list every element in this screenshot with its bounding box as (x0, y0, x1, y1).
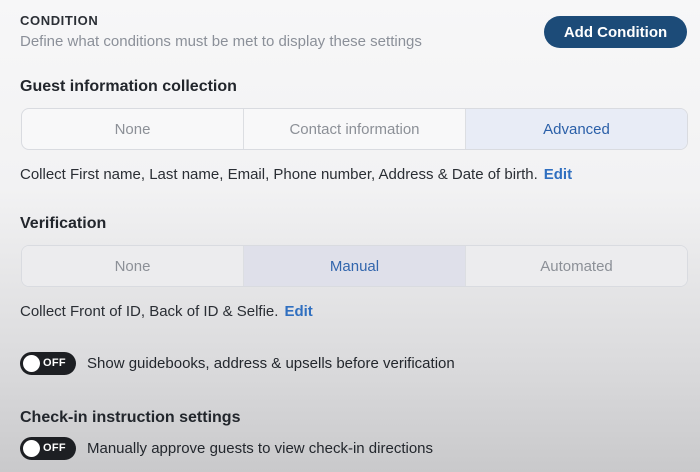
guest-info-option-advanced[interactable]: Advanced (466, 109, 687, 149)
guest-info-title: Guest information collection (20, 78, 237, 95)
verification-option-automated[interactable]: Automated (466, 246, 687, 286)
checkin-approval-label: Manually approve guests to view check-in… (87, 440, 434, 457)
toggle-knob (23, 440, 40, 457)
add-condition-button[interactable]: Add Condition (544, 16, 687, 48)
checkin-toggle-row: OFF Manually approve guests to view chec… (20, 437, 433, 460)
condition-title: CONDITION (20, 13, 99, 28)
guest-info-segmented-control: None Contact information Advanced (21, 108, 688, 150)
checkin-approval-toggle[interactable]: OFF (20, 437, 76, 460)
verification-edit-link[interactable]: Edit (284, 303, 312, 320)
guest-info-option-none[interactable]: None (22, 109, 244, 149)
toggle-knob (23, 355, 40, 372)
guidebooks-toggle-row: OFF Show guidebooks, address & upsells b… (20, 352, 455, 375)
toggle-state-text: OFF (43, 357, 66, 369)
verification-option-manual[interactable]: Manual (244, 246, 466, 286)
guest-info-option-contact-information[interactable]: Contact information (244, 109, 466, 149)
guest-info-summary-row: Collect First name, Last name, Email, Ph… (20, 166, 572, 183)
verification-summary-row: Collect Front of ID, Back of ID & Selfie… (20, 303, 313, 320)
guest-info-edit-link[interactable]: Edit (544, 166, 572, 183)
verification-summary: Collect Front of ID, Back of ID & Selfie… (20, 303, 279, 320)
condition-description: Define what conditions must be met to di… (20, 33, 422, 50)
verification-title: Verification (20, 215, 107, 232)
checkin-title: Check-in instruction settings (20, 409, 241, 426)
toggle-state-text: OFF (43, 442, 66, 454)
verification-segmented-control: None Manual Automated (21, 245, 688, 287)
verification-option-none[interactable]: None (22, 246, 244, 286)
guidebooks-toggle[interactable]: OFF (20, 352, 76, 375)
guidebooks-toggle-label: Show guidebooks, address & upsells befor… (87, 355, 455, 372)
guest-info-summary: Collect First name, Last name, Email, Ph… (20, 166, 538, 183)
